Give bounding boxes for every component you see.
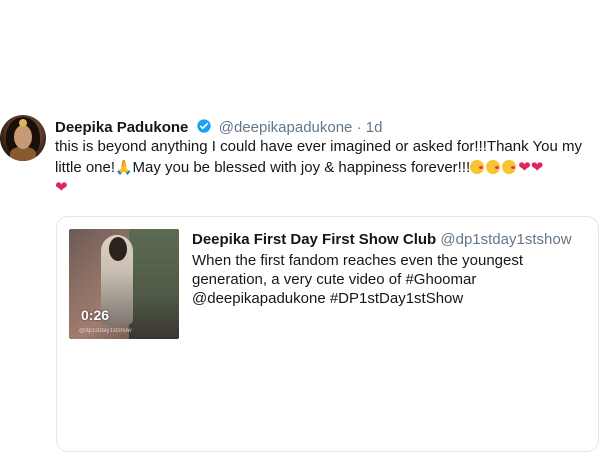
quoted-tweet-card[interactable]: 0:26 @dp1stday1stshow Deepika First Day … [56, 216, 599, 452]
face-blowing-kiss-icon [502, 160, 517, 174]
red-heart-icon: ❤ [518, 159, 531, 176]
tweet-text: this is beyond anything I could have eve… [55, 137, 595, 198]
video-thumbnail[interactable]: 0:26 @dp1stday1stshow [69, 229, 179, 339]
quoted-tweet-text: When the first fandom reaches even the y… [192, 251, 592, 308]
video-subject-hair [109, 237, 127, 261]
verified-badge-icon [196, 118, 212, 139]
quoted-author-name[interactable]: Deepika First Day First Show Club [192, 231, 436, 248]
separator-dot: · [356, 119, 362, 136]
quoted-author-handle[interactable]: @dp1stday1stshow [440, 231, 571, 248]
red-heart-icon: ❤ [55, 179, 68, 196]
author-handle[interactable]: @deepikapadukone [219, 119, 353, 136]
tweet[interactable]: Deepika Padukone @deepikapadukone · 1d t… [0, 100, 600, 452]
video-duration: 0:26 [81, 307, 110, 323]
tweet-text-line2b: May you be blessed with joy & happiness … [132, 159, 471, 176]
quoted-tweet-header: Deepika First Day First Show Club @dp1st… [192, 231, 572, 249]
quoted-text-line3: @deepikapadukone #DP1stDay1stShow [192, 290, 464, 307]
video-background [129, 229, 179, 339]
avatar-neck [10, 147, 36, 161]
tweet-text-line1: this is beyond anything I could have eve… [55, 138, 582, 155]
tweet-timestamp[interactable]: 1d [366, 119, 383, 136]
video-watermark: @dp1stday1stshow [79, 328, 132, 334]
avatar-face [14, 125, 32, 149]
red-heart-icon: ❤ [530, 159, 544, 176]
author-avatar[interactable] [0, 115, 46, 161]
quoted-text-line1: When the first fandom reaches even the y… [192, 252, 524, 269]
avatar-jewel [19, 119, 27, 127]
face-blowing-kiss-icon [486, 160, 501, 174]
tweet-text-line2: little one! [55, 159, 116, 176]
quoted-text-line2: generation, a very cute video of #Ghooma… [192, 271, 477, 288]
tweet-header: Deepika Padukone @deepikapadukone · 1d [55, 118, 382, 139]
folded-hands-icon: 🙏 [115, 159, 133, 175]
author-name[interactable]: Deepika Padukone [55, 119, 188, 136]
face-blowing-kiss-icon [470, 160, 485, 174]
